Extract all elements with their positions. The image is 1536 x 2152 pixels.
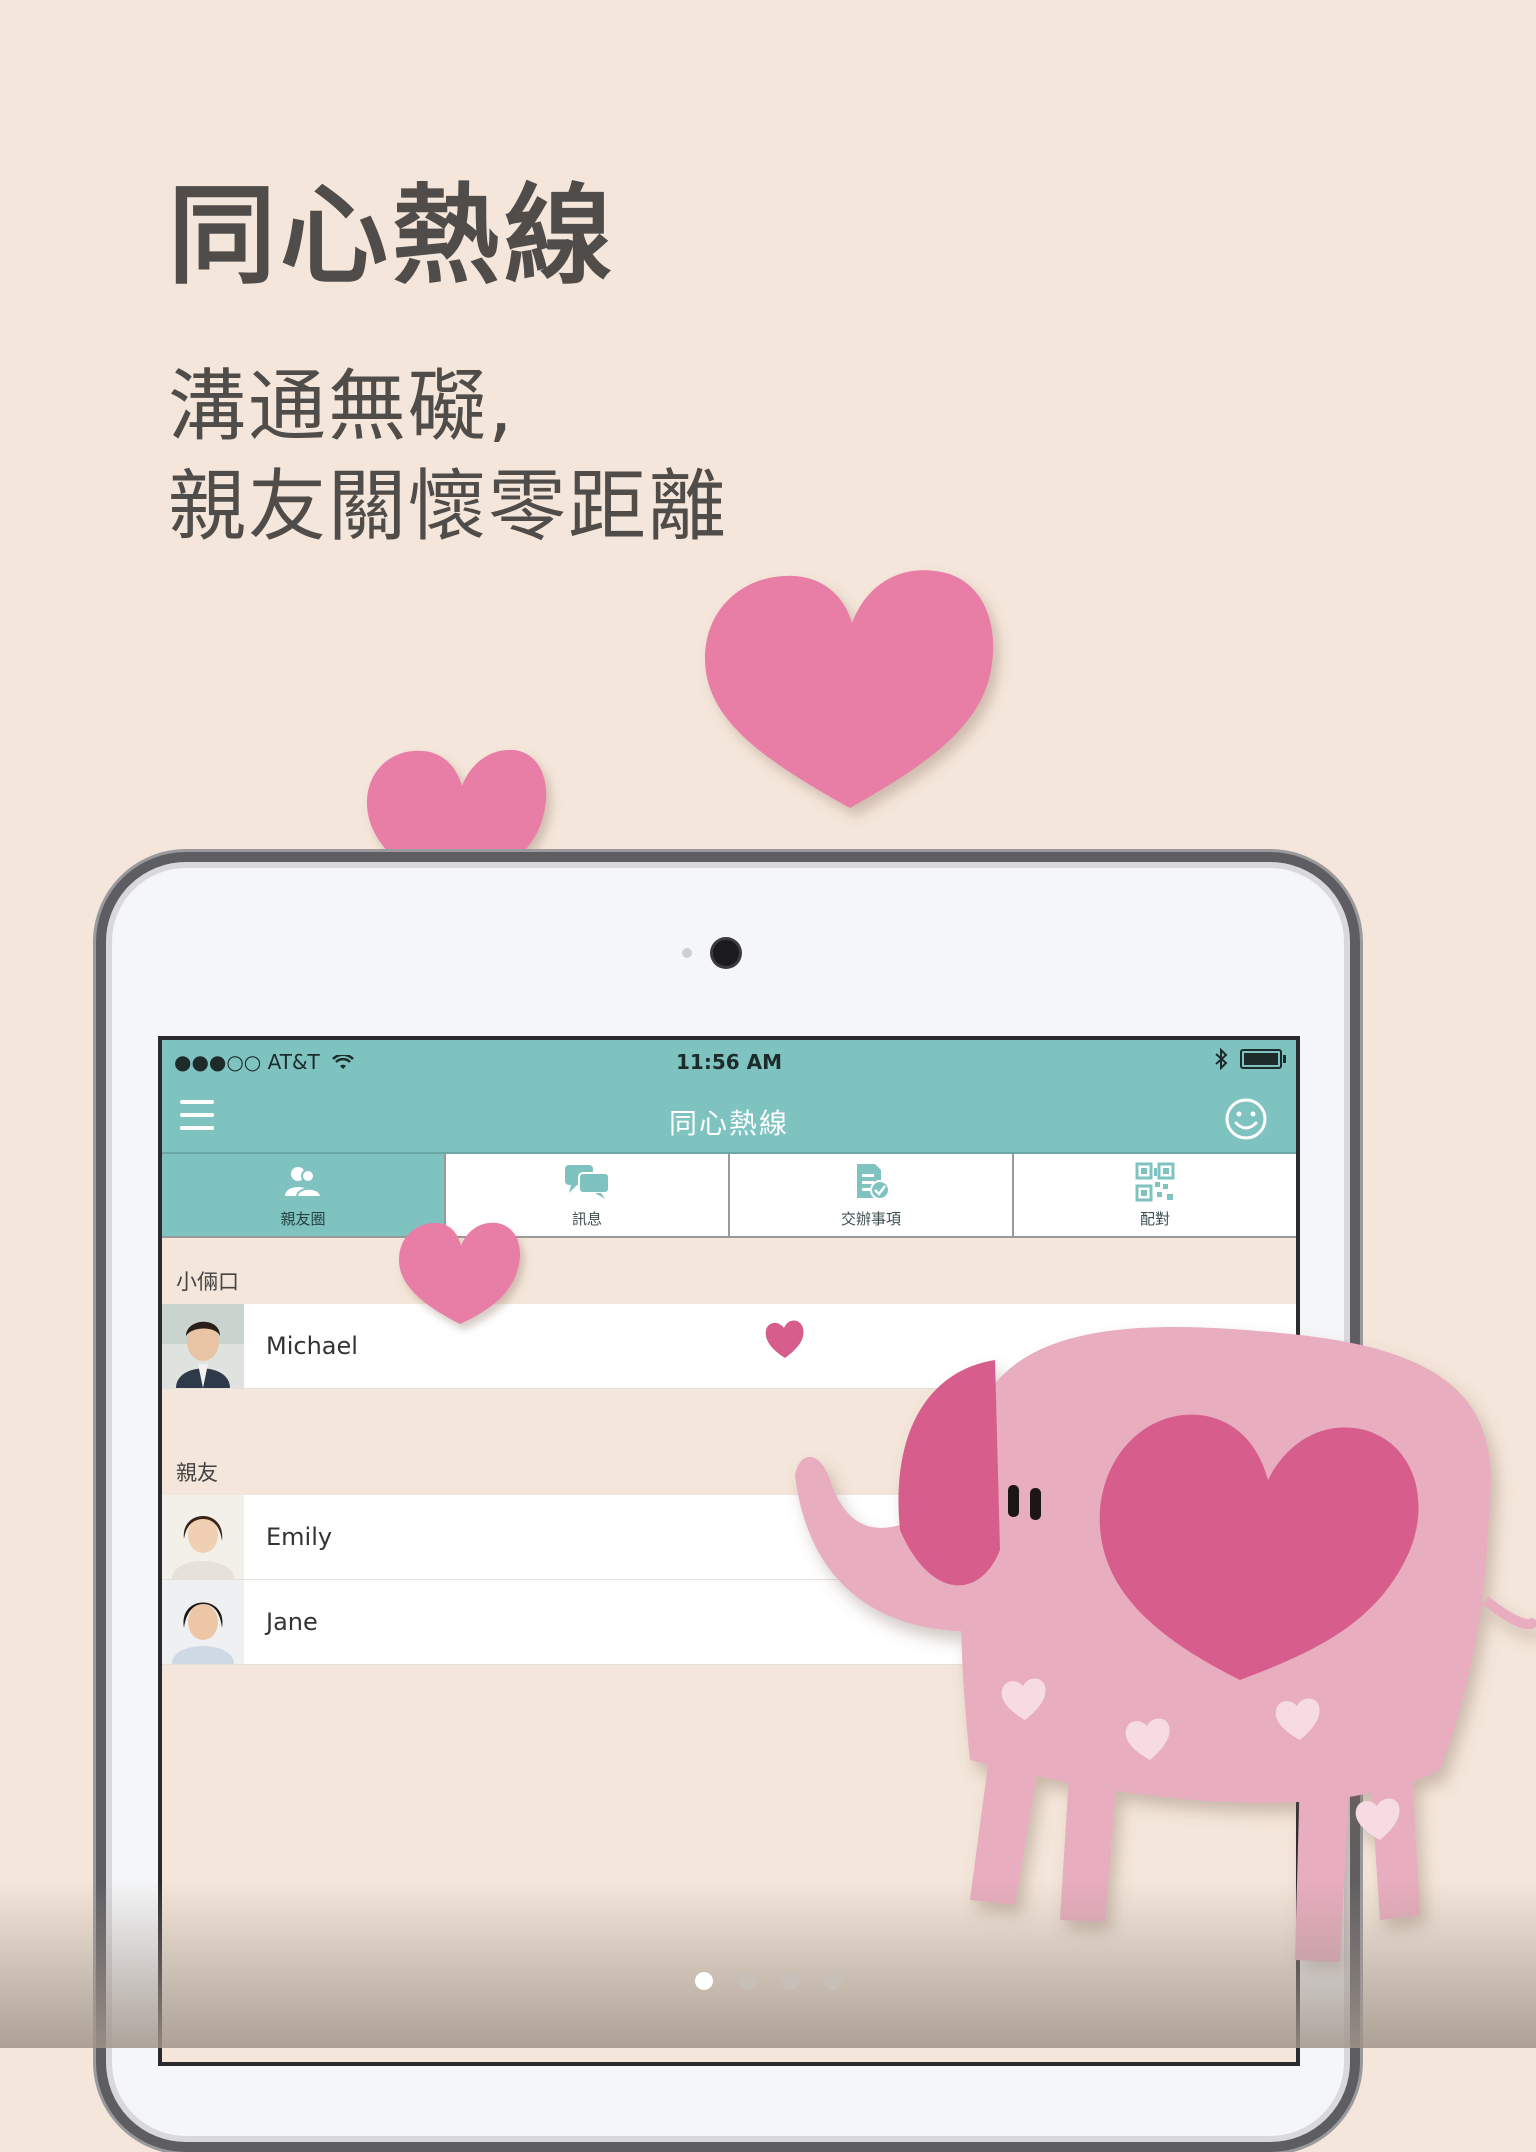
nav-title: 同心熱線	[668, 1107, 789, 1140]
promo-headline: 同心熱線 溝通無礙, 親友關懷零距離	[168, 174, 728, 557]
status-time: 11:56 AM	[675, 1050, 782, 1074]
bottom-gradient	[0, 1880, 1536, 2048]
status-bar: ●●●○○ AT&T 11:56 AM	[162, 1040, 1296, 1082]
task-check-icon	[857, 1163, 890, 1200]
page-dot-1[interactable]	[694, 1972, 713, 1990]
large-heart-decoration	[705, 570, 994, 808]
qr-code-icon	[1135, 1162, 1175, 1201]
chat-bubbles-icon	[565, 1164, 610, 1199]
contact-name: Jane	[266, 1608, 318, 1636]
tab-bar: 親友圈 訊息 交辦事項 配對	[162, 1154, 1296, 1238]
contact-name: Emily	[266, 1523, 333, 1551]
promo-subtitle-line-2: 親友關懷零距離	[168, 461, 729, 552]
promo-subtitle: 溝通無礙, 親友關懷零距離	[168, 357, 728, 557]
tab-label-messages: 訊息	[571, 1209, 602, 1228]
section-header-couple: 小倆口	[162, 1238, 1296, 1304]
promo-title: 同心熱線	[168, 174, 617, 299]
page-indicator	[0, 1972, 1536, 1990]
contacts-icon	[285, 1166, 323, 1198]
bluetooth-icon	[1215, 1048, 1228, 1070]
nav-bar: 同心熱線	[162, 1082, 1296, 1154]
page-dot-2[interactable]	[737, 1972, 756, 1990]
contact-name: Michael	[266, 1332, 358, 1360]
light-sensor	[682, 948, 692, 958]
front-camera	[713, 940, 739, 966]
smiley-profile-icon[interactable]	[1224, 1097, 1268, 1141]
section-title: 親友	[176, 1461, 218, 1485]
tab-tasks[interactable]: 交辦事項	[730, 1154, 1014, 1236]
tab-label-tasks: 交辦事項	[840, 1209, 901, 1228]
avatar	[162, 1304, 244, 1388]
tab-label-pairing: 配對	[1139, 1209, 1170, 1228]
promo-subtitle-line-1: 溝通無礙,	[168, 361, 515, 452]
page-dot-3[interactable]	[780, 1972, 799, 1990]
battery-icon	[1240, 1049, 1286, 1069]
tab-pairing[interactable]: 配對	[1014, 1154, 1296, 1236]
page-dot-4[interactable]	[823, 1972, 842, 1990]
small-heart-decoration	[399, 1222, 521, 1324]
avatar	[162, 1495, 244, 1579]
avatar	[162, 1580, 244, 1664]
status-right	[1214, 1048, 1286, 1070]
section-title: 小倆口	[176, 1270, 239, 1294]
tab-label-contacts: 親友圈	[280, 1209, 326, 1228]
